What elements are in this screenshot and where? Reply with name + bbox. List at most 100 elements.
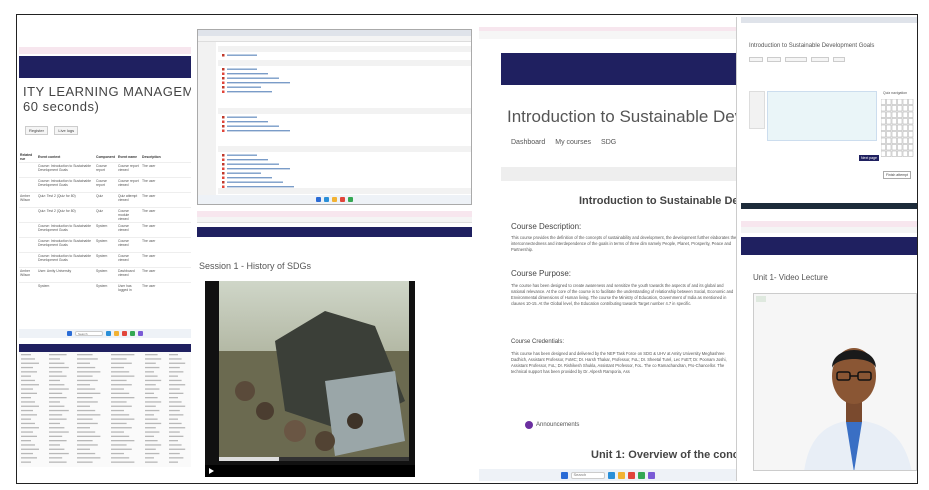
sheet-cell-text	[21, 375, 31, 377]
announcements-link[interactable]: Announcements	[525, 421, 579, 429]
sheet-cell-text	[21, 461, 31, 463]
quiz-question-button	[908, 105, 914, 112]
sheet-cell-text	[21, 358, 35, 360]
tab[interactable]	[833, 57, 845, 62]
activity-link	[227, 181, 283, 183]
sheet-cell-text	[111, 431, 124, 433]
sheet-cell-text	[145, 397, 158, 399]
sheet-cell-text	[77, 418, 93, 420]
activity-icon	[222, 68, 225, 71]
sheet-cell-text	[49, 392, 63, 394]
table-cell: System	[96, 239, 108, 243]
nav-my-courses[interactable]: My courses	[555, 139, 591, 146]
sheet-cell-text	[111, 457, 130, 459]
sheet-cell-text	[21, 414, 37, 416]
quiz-tabs	[749, 57, 847, 62]
activity-link	[227, 73, 268, 75]
app-icon[interactable]	[324, 197, 329, 202]
app-icon[interactable]	[106, 331, 111, 336]
app-icon[interactable]	[627, 471, 635, 479]
sheet-cell-text	[145, 435, 154, 437]
table-cell: The user	[142, 254, 156, 258]
app-icon[interactable]	[122, 331, 127, 336]
taskbar-search[interactable]: Search	[75, 331, 103, 336]
tab[interactable]	[811, 57, 829, 62]
quiz-question-button	[891, 124, 897, 131]
section-header	[218, 188, 471, 194]
site-header-bar	[197, 227, 472, 237]
quiz-question-button	[902, 124, 908, 131]
sheet-cell-text	[145, 440, 158, 442]
tab[interactable]	[767, 57, 781, 62]
nav-dashboard[interactable]: Dashboard	[511, 139, 545, 146]
next-page-button[interactable]: Next page	[859, 155, 879, 161]
sheet-cell-text	[49, 371, 63, 373]
sheet-cell-text	[77, 452, 96, 455]
windows-start-icon[interactable]	[67, 331, 72, 336]
activity-link	[227, 121, 268, 123]
app-icon[interactable]	[617, 471, 625, 479]
table-cell: System	[96, 284, 108, 288]
description-heading: Course Description:	[511, 222, 582, 231]
quiz-question-button	[908, 118, 914, 125]
finish-attempt-button[interactable]: Finish attempt	[883, 171, 911, 179]
quiz-question-button	[897, 105, 903, 112]
taskbar-search[interactable]: Search	[570, 471, 605, 479]
quiz-navigation-grid[interactable]	[881, 99, 915, 159]
sheet-cell-text	[21, 435, 37, 437]
sheet-cell-text	[49, 409, 69, 412]
quiz-question-button	[902, 111, 908, 118]
quiz-question-button	[908, 111, 914, 118]
table-cell: Quiz: Test 2 (Quiz for 80)	[38, 194, 76, 198]
sheet-cell-text	[145, 379, 162, 382]
register-button[interactable]: Register	[25, 126, 48, 135]
section-header	[218, 46, 471, 52]
app-icon[interactable]	[637, 471, 645, 479]
windows-start-icon[interactable]	[560, 471, 568, 479]
quiz-question-button	[881, 124, 886, 131]
purpose-text: The course has been designed to create a…	[511, 283, 734, 306]
sheet-cell-text	[21, 366, 33, 369]
table-cell	[19, 163, 37, 178]
quiz-question-button	[891, 105, 897, 112]
video-controls[interactable]	[205, 465, 415, 477]
video-player[interactable]	[205, 281, 415, 477]
nav-sdg[interactable]: SDG	[601, 139, 616, 146]
lecturer-image	[754, 294, 916, 470]
lecture-video[interactable]	[753, 293, 917, 471]
table-cell: Quiz	[96, 209, 103, 213]
play-icon[interactable]	[209, 468, 214, 474]
col-component: Component	[96, 155, 115, 159]
app-icon[interactable]	[348, 197, 353, 202]
app-icon[interactable]	[138, 331, 143, 336]
table-row: Course: Introduction to Sustainable Deve…	[19, 162, 191, 178]
sheet-cell-text	[145, 388, 160, 390]
tab[interactable]	[785, 57, 807, 62]
windows-start-icon[interactable]	[316, 197, 321, 202]
quiz-question-button	[881, 144, 886, 151]
app-icon[interactable]	[114, 331, 119, 336]
table-cell: Course report	[96, 179, 107, 187]
app-icon[interactable]	[647, 471, 655, 479]
app-icon[interactable]	[340, 197, 345, 202]
sheet-cell-text	[77, 440, 93, 442]
sheet-cell-text	[111, 414, 130, 416]
app-icon[interactable]	[130, 331, 135, 336]
sheet-cell-text	[77, 392, 101, 394]
panel-course-list	[197, 29, 472, 205]
panel-log-report: ITY LEARNING MANAGEMENT SYSTEM 60 second…	[19, 17, 191, 467]
app-icon[interactable]	[607, 471, 615, 479]
sheet-cell-text	[111, 409, 124, 412]
sheet-cell-text	[77, 384, 90, 386]
live-logs-button[interactable]: Live logs	[54, 126, 79, 135]
quiz-question-button	[881, 118, 886, 125]
section-header	[218, 146, 471, 152]
table-cell: The user	[142, 239, 156, 243]
sheet-cell-text	[77, 444, 98, 446]
activity-icon	[222, 86, 225, 89]
tab[interactable]	[749, 57, 763, 62]
sheet-cell-text	[49, 422, 60, 425]
app-icon[interactable]	[332, 197, 337, 202]
purpose-heading: Course Purpose:	[511, 269, 572, 278]
sheet-cell-text	[77, 457, 101, 459]
